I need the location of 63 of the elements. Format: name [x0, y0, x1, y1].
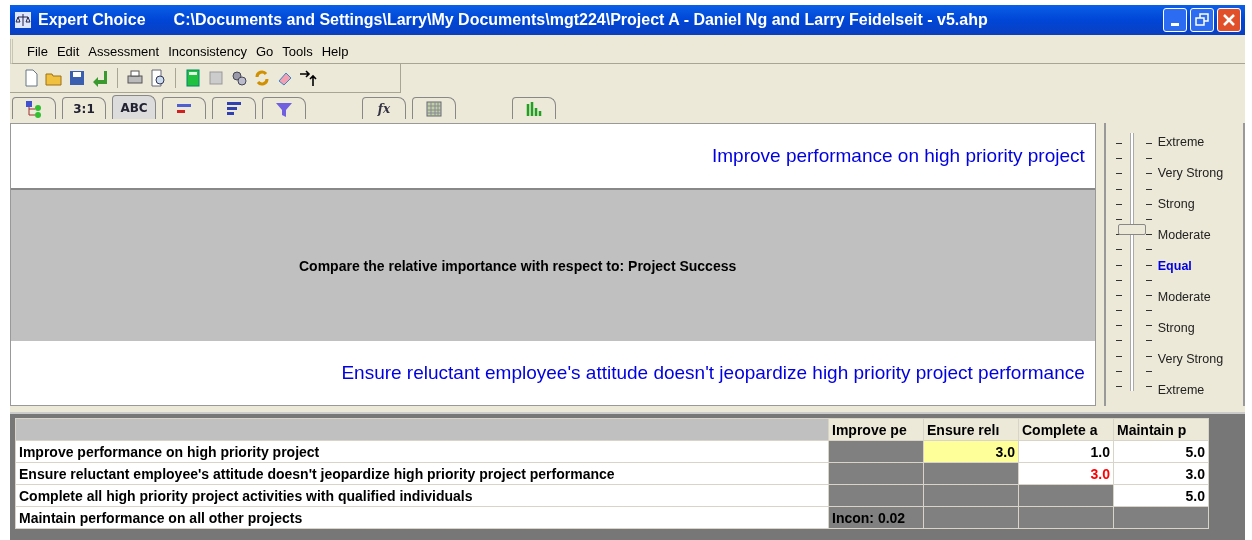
menu-item[interactable]: Go: [255, 41, 274, 61]
window-title: C:\Documents and Settings\Larry\My Documents\mgt224\Project A - Daniel Ng and Larry Feidelseit - v5.ahp: [173, 11, 989, 29]
tab[interactable]: [262, 97, 306, 119]
tab[interactable]: fx: [362, 97, 406, 119]
chart-icon: [525, 99, 543, 118]
prompt-text: Compare the relative importance with respect to: Project Success: [299, 257, 737, 274]
tab[interactable]: [412, 97, 456, 119]
comparison-item: Improve performance on high priority project: [712, 145, 1085, 167]
column-header: Ensure relı: [923, 418, 1019, 441]
row-label: Ensure reluctant employee's attitude doesn't jeopardize high priority project performance: [15, 462, 829, 485]
column-header: Maintain p: [1113, 418, 1209, 441]
row-label: Complete all high priority project activities with qualified individuals: [15, 484, 829, 507]
bars-icon: [225, 99, 243, 118]
tab[interactable]: [512, 97, 556, 119]
scale-label: Moderate: [1157, 290, 1212, 304]
tab[interactable]: ABC: [112, 95, 156, 119]
scale-label: Moderate: [1157, 228, 1212, 242]
restore-button[interactable]: [1190, 8, 1214, 32]
scale-label: Extreme: [1157, 383, 1206, 397]
refresh-icon[interactable]: [253, 69, 271, 87]
print-preview-icon[interactable]: [149, 69, 167, 87]
scales-icon: [14, 11, 32, 29]
comparison-item: Ensure reluctant employee's attitude doesn't jeopardize high priority project performance: [341, 362, 1085, 384]
menu-item[interactable]: Assessment: [88, 41, 160, 61]
value-cell[interactable]: 3.0: [1018, 462, 1114, 485]
save-icon[interactable]: [68, 69, 86, 87]
minimize-button[interactable]: [1163, 8, 1187, 32]
calculator-icon[interactable]: [184, 69, 202, 87]
column-header: Improve pe: [828, 418, 924, 441]
tab[interactable]: [12, 97, 56, 119]
scale-label: Very Strong: [1157, 352, 1224, 366]
app-name: Expert Choice: [38, 11, 146, 29]
minimize-icon: [1171, 23, 1179, 26]
scale-label: Extreme: [1157, 135, 1206, 149]
menu-item[interactable]: Tools: [282, 41, 313, 61]
tab[interactable]: [162, 97, 206, 119]
scale-label: Equal: [1157, 259, 1193, 273]
scale-label: Very Strong: [1157, 166, 1224, 180]
menu-item[interactable]: Help: [321, 41, 349, 61]
value-cell[interactable]: 5.0: [1113, 484, 1209, 507]
scale-label: Strong: [1157, 197, 1196, 211]
row-label: Maintain performance on all other projects: [15, 506, 829, 529]
menu-item[interactable]: Edit: [56, 41, 80, 61]
tab[interactable]: [212, 97, 256, 119]
column-header: Complete a: [1018, 418, 1114, 441]
new-file-icon[interactable]: [22, 69, 40, 87]
slider-thumb[interactable]: [1117, 223, 1146, 235]
row-label: Improve performance on high priority project: [15, 440, 829, 463]
grid-icon: [425, 99, 443, 118]
close-button[interactable]: [1217, 8, 1241, 32]
menu-item[interactable]: Inconsistency: [168, 41, 247, 61]
print-icon[interactable]: [126, 69, 144, 87]
arrows-icon[interactable]: [299, 69, 317, 87]
tab[interactable]: 3:1: [62, 97, 106, 119]
value-cell[interactable]: 5.0: [1113, 440, 1209, 463]
tree-icon: [25, 99, 43, 118]
value-cell[interactable]: 3.0: [1113, 462, 1209, 485]
value-cell[interactable]: 1.0: [1018, 440, 1114, 463]
restore-icon: [1195, 13, 1209, 27]
return-arrow-icon[interactable]: [91, 69, 109, 87]
close-icon: [1222, 13, 1236, 27]
menu-item[interactable]: File: [27, 41, 48, 61]
scale-label: Strong: [1157, 321, 1196, 335]
